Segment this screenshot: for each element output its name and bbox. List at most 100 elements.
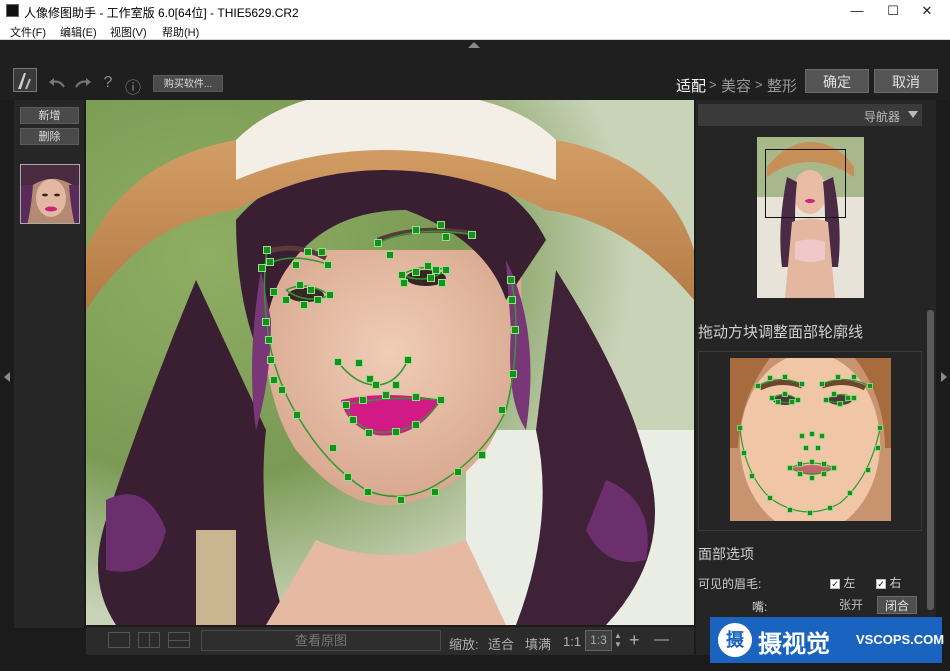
contour-control-point[interactable] — [307, 286, 315, 294]
contour-control-point[interactable] — [442, 266, 450, 274]
help-icon[interactable]: ? — [99, 74, 117, 92]
contour-control-point[interactable] — [359, 396, 367, 404]
contour-control-point[interactable] — [266, 258, 274, 266]
checkbox-checked-icon[interactable]: ✓ — [830, 578, 840, 589]
info-icon[interactable]: ⓘ — [124, 74, 142, 98]
contour-control-point[interactable] — [304, 248, 312, 256]
face-contour-overlay[interactable] — [86, 100, 694, 625]
contour-control-point[interactable] — [442, 233, 450, 241]
step-fit[interactable]: 适配 — [676, 75, 706, 96]
navigator-view-rect[interactable] — [765, 149, 846, 218]
contour-control-point[interactable] — [365, 429, 373, 437]
step-beauty[interactable]: 美容 — [721, 75, 751, 96]
contour-control-point[interactable] — [509, 370, 517, 378]
contour-control-point[interactable] — [392, 381, 400, 389]
contour-control-point[interactable] — [397, 496, 405, 504]
undo-icon[interactable] — [46, 75, 68, 93]
contour-control-point[interactable] — [265, 336, 273, 344]
contour-control-point[interactable] — [318, 248, 326, 256]
contour-control-point[interactable] — [398, 271, 406, 279]
left-eyebrow-checkbox[interactable]: ✓ 左 — [830, 574, 855, 591]
zoom-value-field[interactable]: 1:3 — [585, 630, 612, 651]
mouth-open-toggle[interactable]: 张开 — [836, 596, 866, 614]
contour-control-point[interactable] — [326, 291, 334, 299]
contour-control-point[interactable] — [374, 239, 382, 247]
photo-canvas[interactable] — [86, 100, 694, 625]
contour-control-point[interactable] — [334, 358, 342, 366]
contour-control-point[interactable] — [386, 251, 394, 259]
contour-control-point[interactable] — [262, 318, 270, 326]
view-original-button[interactable]: 查看原图 — [201, 630, 441, 651]
contour-control-point[interactable] — [412, 226, 420, 234]
zoom-fit-button[interactable]: 适合 — [488, 634, 514, 653]
contour-control-point[interactable] — [507, 276, 515, 284]
contour-control-point[interactable] — [431, 488, 439, 496]
contour-control-point[interactable] — [412, 393, 420, 401]
single-view-icon[interactable] — [108, 632, 130, 648]
contour-control-point[interactable] — [349, 416, 357, 424]
contour-control-point[interactable] — [372, 381, 380, 389]
contour-control-point[interactable] — [324, 261, 332, 269]
left-collapse-icon[interactable] — [4, 372, 10, 382]
contour-control-point[interactable] — [342, 401, 350, 409]
cancel-button[interactable]: 取消 — [874, 69, 938, 93]
right-eyebrow-checkbox[interactable]: ✓ 右 — [876, 574, 901, 591]
collapse-top-icon[interactable] — [468, 42, 480, 48]
step-reshape[interactable]: 整形 — [767, 75, 797, 96]
contour-control-point[interactable] — [412, 421, 420, 429]
contour-control-point[interactable] — [432, 266, 440, 274]
contour-control-point[interactable] — [404, 356, 412, 364]
contour-control-point[interactable] — [278, 386, 286, 394]
zoom-fill-button[interactable]: 填满 — [525, 634, 551, 653]
contour-control-point[interactable] — [511, 326, 519, 334]
menu-edit[interactable]: 编辑(E) — [60, 24, 97, 40]
contour-control-point[interactable] — [468, 231, 476, 239]
contour-control-point[interactable] — [412, 268, 420, 276]
contour-control-point[interactable] — [427, 274, 435, 282]
delete-button[interactable]: 删除 — [20, 128, 79, 145]
contour-control-point[interactable] — [292, 261, 300, 269]
contour-control-point[interactable] — [296, 281, 304, 289]
contour-control-point[interactable] — [392, 428, 400, 436]
split-vertical-icon[interactable] — [138, 632, 160, 648]
right-collapse-icon[interactable] — [941, 372, 947, 382]
contour-control-point[interactable] — [293, 411, 301, 419]
navigator-thumbnail[interactable] — [757, 137, 864, 298]
contour-control-point[interactable] — [300, 301, 308, 309]
contour-control-point[interactable] — [270, 288, 278, 296]
right-panel-scrollbar[interactable] — [927, 310, 934, 610]
zoom-in-button[interactable]: + — [629, 630, 640, 651]
contour-control-point[interactable] — [424, 262, 432, 270]
contour-control-point[interactable] — [258, 264, 266, 272]
contour-control-point[interactable] — [329, 444, 337, 452]
contour-control-point[interactable] — [382, 391, 390, 399]
contour-control-point[interactable] — [437, 221, 445, 229]
buy-software-button[interactable]: 购买软件... — [153, 75, 223, 92]
zoom-out-button[interactable]: — — [654, 631, 669, 648]
add-button[interactable]: 新增 — [20, 107, 79, 124]
contour-control-point[interactable] — [478, 451, 486, 459]
thumbnail-face[interactable] — [20, 164, 80, 224]
contour-control-point[interactable] — [437, 396, 445, 404]
mouth-closed-toggle[interactable]: 闭合 — [877, 596, 917, 614]
contour-control-point[interactable] — [263, 246, 271, 254]
menu-view[interactable]: 视图(V) — [110, 24, 147, 40]
close-button[interactable]: ✕ — [904, 0, 950, 22]
contour-control-point[interactable] — [267, 356, 275, 364]
contour-control-point[interactable] — [355, 359, 363, 367]
contour-control-point[interactable] — [438, 279, 446, 287]
contour-control-point[interactable] — [498, 406, 506, 414]
split-horizontal-icon[interactable] — [168, 632, 190, 648]
navigator-dropdown-icon[interactable] — [908, 111, 918, 118]
contour-control-point[interactable] — [270, 376, 278, 384]
zoom-one-to-one-button[interactable]: 1:1 — [563, 634, 581, 649]
redo-icon[interactable] — [72, 75, 94, 93]
menu-help[interactable]: 帮助(H) — [162, 24, 199, 40]
contour-control-point[interactable] — [400, 279, 408, 287]
zoom-spinner-icon[interactable]: ▲ ▼ — [613, 631, 623, 651]
menu-file[interactable]: 文件(F) — [10, 24, 46, 40]
contour-control-point[interactable] — [508, 296, 516, 304]
contour-control-point[interactable] — [282, 296, 290, 304]
confirm-button[interactable]: 确定 — [805, 69, 869, 93]
contour-control-point[interactable] — [454, 468, 462, 476]
